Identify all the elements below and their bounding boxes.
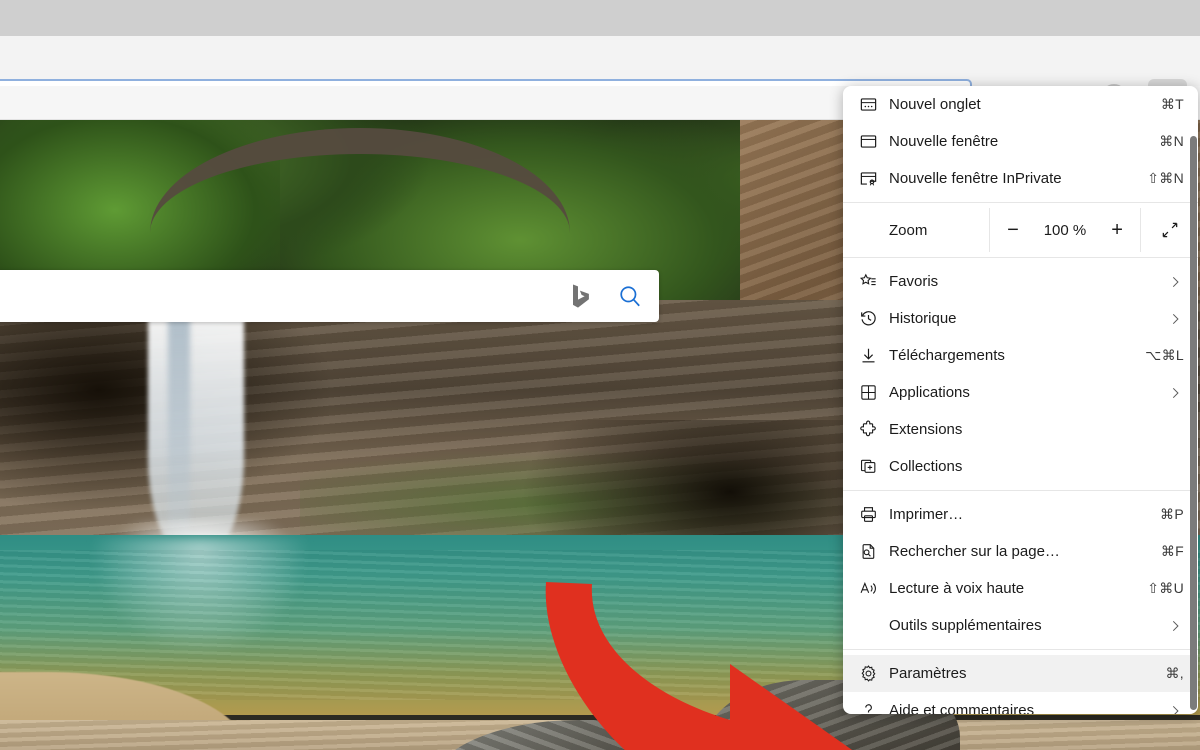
menu-item-more-tools[interactable]: Outils supplémentaires: [843, 607, 1198, 644]
menu-item-label: Extensions: [889, 421, 963, 438]
menu-item-accelerator: ⌘T: [1160, 96, 1184, 112]
zoom-controls: − 100 % +: [989, 208, 1141, 252]
menu-divider: [843, 490, 1198, 491]
extensions-icon: [859, 420, 889, 439]
menu-item-collections[interactable]: Collections: [843, 448, 1198, 485]
menu-item-label: Paramètres: [889, 665, 967, 682]
menu-item-inprivate-window[interactable]: Nouvelle fenêtre InPrivate ⇧⌘N: [843, 160, 1198, 197]
browser-window: Nouvel onglet ⌘T Nouvelle fenêtre ⌘N Nou…: [0, 0, 1200, 750]
print-icon: [859, 505, 889, 524]
browser-toolbar: [0, 36, 1200, 115]
chevron-right-icon: [1166, 704, 1184, 714]
menu-item-label: Applications: [889, 384, 970, 401]
chevron-right-icon: [1166, 312, 1184, 326]
bing-search-input[interactable]: [0, 287, 561, 305]
bing-search-box[interactable]: [0, 270, 659, 322]
menu-zoom-row: Zoom − 100 % +: [843, 208, 1198, 252]
menu-item-accelerator: ⇧⌘U: [1147, 580, 1184, 596]
settings-gear-icon: [859, 664, 889, 683]
read-aloud-icon: [859, 579, 889, 598]
zoom-value: 100 %: [1043, 221, 1087, 239]
downloads-icon: [859, 346, 889, 365]
menu-item-label: Nouvel onglet: [889, 96, 981, 113]
menu-divider: [843, 257, 1198, 258]
menu-scrollbar[interactable]: [1190, 136, 1197, 710]
zoom-label: Zoom: [889, 221, 928, 239]
apps-icon: [859, 383, 889, 402]
menu-item-label: Nouvelle fenêtre: [889, 133, 999, 150]
menu-item-label: Imprimer…: [889, 506, 964, 523]
menu-item-find-on-page[interactable]: Rechercher sur la page… ⌘F: [843, 533, 1198, 570]
menu-item-label: Historique: [889, 310, 957, 327]
menu-scroll-area: Nouvel onglet ⌘T Nouvelle fenêtre ⌘N Nou…: [843, 86, 1198, 714]
menu-item-accelerator: ⌥⌘L: [1145, 347, 1184, 363]
menu-divider: [843, 649, 1198, 650]
menu-item-label: Aide et commentaires: [889, 702, 1035, 714]
menu-item-label: Collections: [889, 458, 963, 475]
chevron-right-icon: [1166, 386, 1184, 400]
menu-item-accelerator: ⌘N: [1159, 133, 1184, 149]
zoom-in-button[interactable]: +: [1102, 215, 1132, 245]
menu-item-label: Lecture à voix haute: [889, 580, 1025, 597]
browser-main-menu[interactable]: Nouvel onglet ⌘T Nouvelle fenêtre ⌘N Nou…: [843, 86, 1198, 714]
menu-item-accelerator: ⇧⌘N: [1147, 170, 1184, 186]
history-icon: [859, 309, 889, 328]
menu-item-label: Rechercher sur la page…: [889, 543, 1060, 560]
collections-icon: [859, 457, 889, 476]
chevron-right-icon: [1166, 275, 1184, 289]
menu-item-new-window[interactable]: Nouvelle fenêtre ⌘N: [843, 123, 1198, 160]
find-on-page-icon: [859, 542, 889, 561]
new-tab-icon: [859, 95, 889, 114]
title-bar: [0, 0, 1200, 36]
menu-item-history[interactable]: Historique: [843, 300, 1198, 337]
menu-item-label: Outils supplémentaires: [889, 617, 1042, 634]
chevron-right-icon: [1166, 619, 1184, 633]
menu-item-downloads[interactable]: Téléchargements ⌥⌘L: [843, 337, 1198, 374]
menu-item-new-tab[interactable]: Nouvel onglet ⌘T: [843, 86, 1198, 123]
menu-item-label: Téléchargements: [889, 347, 1005, 364]
new-window-icon: [859, 132, 889, 151]
bing-logo: [561, 283, 601, 309]
menu-item-favorites[interactable]: Favoris: [843, 263, 1198, 300]
menu-item-settings[interactable]: Paramètres ⌘,: [843, 655, 1198, 692]
menu-item-read-aloud[interactable]: Lecture à voix haute ⇧⌘U: [843, 570, 1198, 607]
zoom-out-button[interactable]: −: [998, 215, 1028, 245]
menu-item-extensions[interactable]: Extensions: [843, 411, 1198, 448]
menu-divider: [843, 202, 1198, 203]
help-icon: [859, 701, 889, 714]
menu-item-label: Nouvelle fenêtre InPrivate: [889, 170, 1062, 187]
menu-item-accelerator: ⌘F: [1160, 543, 1184, 559]
favorites-icon: [859, 272, 889, 291]
menu-item-accelerator: ⌘,: [1165, 665, 1184, 681]
inprivate-icon: [859, 169, 889, 188]
menu-item-apps[interactable]: Applications: [843, 374, 1198, 411]
search-icon[interactable]: [601, 283, 659, 309]
menu-item-accelerator: ⌘P: [1160, 506, 1184, 522]
waterfall: [148, 306, 244, 556]
menu-item-help-and-feedback[interactable]: Aide et commentaires: [843, 692, 1198, 714]
menu-item-label: Favoris: [889, 273, 939, 290]
menu-item-print[interactable]: Imprimer… ⌘P: [843, 496, 1198, 533]
